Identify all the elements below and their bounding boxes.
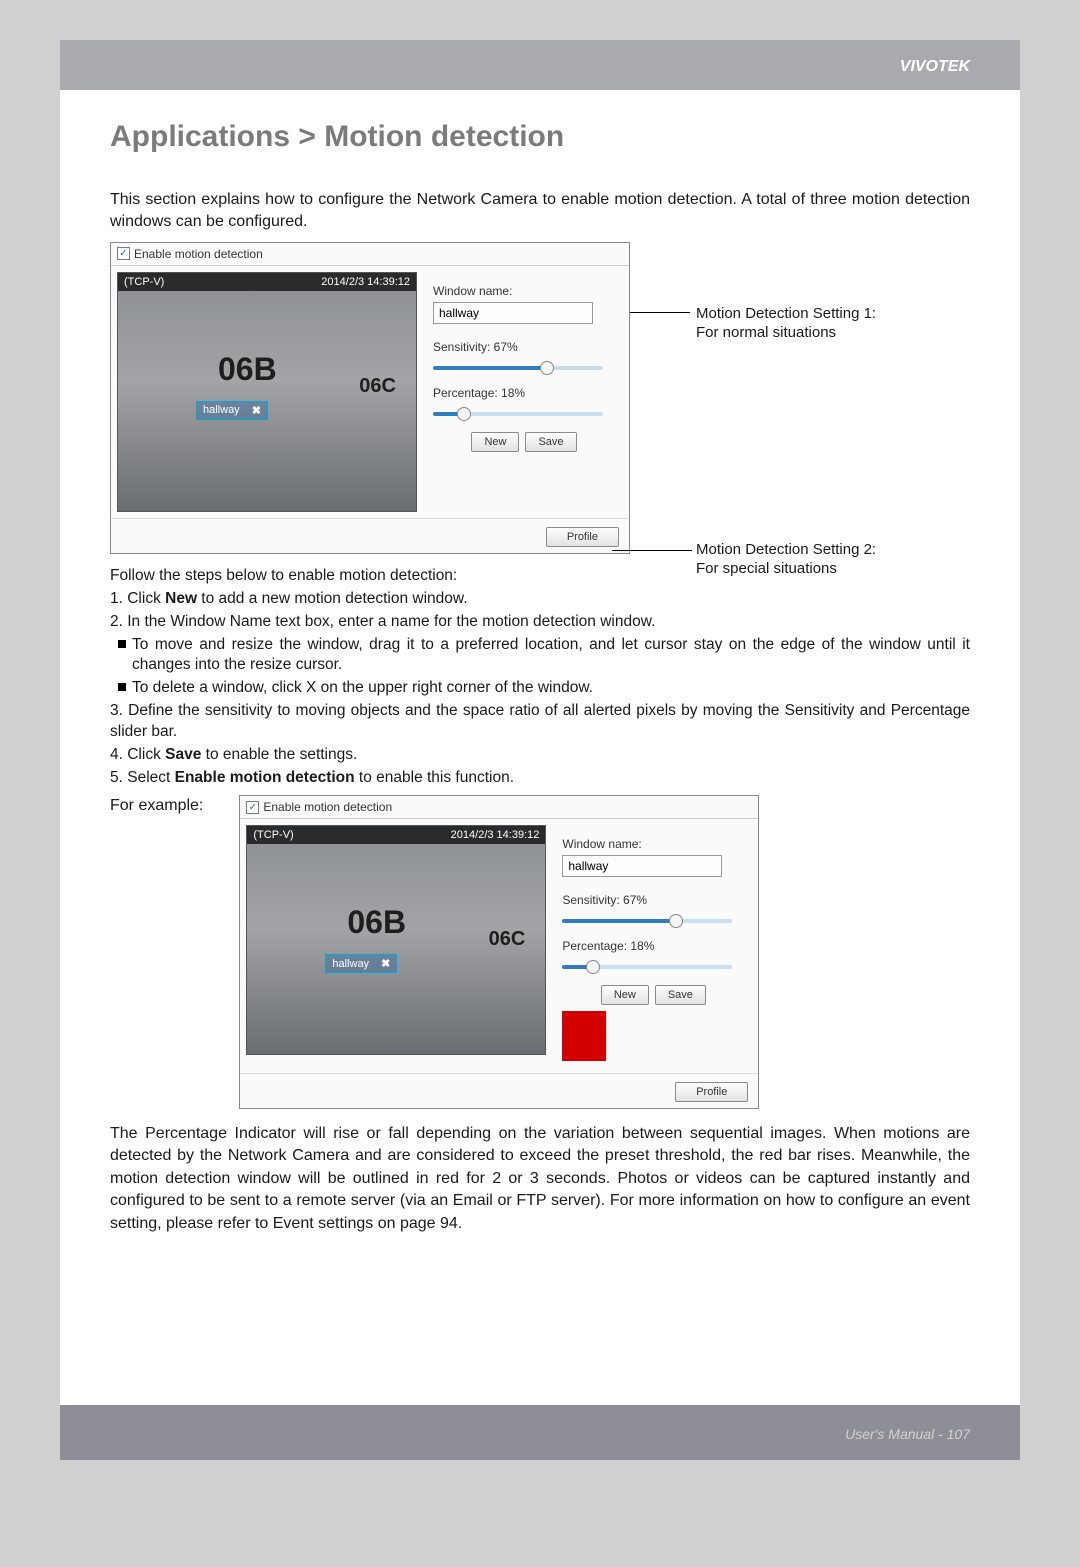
step-5: 5. Select Enable motion detection to ena… xyxy=(110,768,970,789)
annotation-line-1 xyxy=(630,312,690,313)
enable-checkbox-2[interactable]: ✓ xyxy=(246,801,259,814)
step-4: 4. Click Save to enable the settings. xyxy=(110,745,970,766)
step-1: 1. Click New to add a new motion detecti… xyxy=(110,589,970,610)
document-page: VIVOTEK Applications > Motion detection … xyxy=(60,40,1020,1460)
page-number: 107 xyxy=(947,1426,970,1442)
window-name-label: Window name: xyxy=(433,284,615,298)
config-screenshot-1: ✓ Enable motion detection (TCP-V) 2014/2… xyxy=(110,242,630,554)
square-bullet-icon xyxy=(118,640,126,648)
camera-overlay-header: (TCP-V) 2014/2/3 14:39:12 xyxy=(118,273,416,291)
percentage-label: Percentage: 18% xyxy=(433,386,615,400)
camera-overlay-header-2: (TCP-V) 2014/2/3 14:39:12 xyxy=(247,826,545,844)
intro-text: This section explains how to configure t… xyxy=(110,189,970,234)
motion-window-overlay-2[interactable]: hallway ✖ xyxy=(325,954,397,973)
window-name-input[interactable] xyxy=(433,302,593,324)
save-button[interactable]: Save xyxy=(525,432,576,452)
door-label-2b: 06C xyxy=(489,928,526,951)
enable-checkbox-row-2: ✓ Enable motion detection xyxy=(240,796,758,819)
percentage-indicator-bar xyxy=(562,1011,606,1061)
motion-window-label: hallway xyxy=(203,404,240,416)
save-button-2[interactable]: Save xyxy=(655,985,706,1005)
camera-name-2: (TCP-V) xyxy=(253,829,293,841)
camera-timestamp: 2014/2/3 14:39:12 xyxy=(321,276,410,288)
brand-label: VIVOTEK xyxy=(900,58,970,76)
example-row: For example: ✓ Enable motion detection (… xyxy=(110,795,970,1109)
door-label-2: 06C xyxy=(359,375,396,398)
enable-checkbox[interactable]: ✓ xyxy=(117,247,130,260)
sensitivity-slider[interactable] xyxy=(433,358,603,376)
motion-window-overlay[interactable]: hallway ✖ xyxy=(196,401,268,420)
percentage-label-2: Percentage: 18% xyxy=(562,939,744,953)
new-button[interactable]: New xyxy=(471,432,519,452)
profile-button[interactable]: Profile xyxy=(546,527,619,547)
percentage-slider[interactable] xyxy=(433,404,603,422)
camera-timestamp-2: 2014/2/3 14:39:12 xyxy=(451,829,540,841)
annotation-2: Motion Detection Setting 2: For special … xyxy=(696,540,876,579)
close-icon[interactable]: ✖ xyxy=(252,404,261,417)
profile-row: Profile xyxy=(111,518,629,553)
sensitivity-label-2: Sensitivity: 67% xyxy=(562,893,744,907)
step-3: 3. Define the sensitivity to moving obje… xyxy=(110,701,970,743)
closing-paragraph: The Percentage Indicator will rise or fa… xyxy=(110,1123,970,1235)
enable-checkbox-label: Enable motion detection xyxy=(134,247,263,261)
example-label: For example: xyxy=(110,795,203,815)
percentage-slider-2[interactable] xyxy=(562,957,732,975)
sensitivity-slider-2[interactable] xyxy=(562,911,732,929)
door-label-1: 06B xyxy=(218,351,277,388)
steps-block: Follow the steps below to enable motion … xyxy=(110,566,970,789)
step-2-bullet-1: To move and resize the window, drag it t… xyxy=(110,635,970,677)
step-2: 2. In the Window Name text box, enter a … xyxy=(110,612,970,633)
settings-panel: Window name: Sensitivity: 67% Percentage… xyxy=(423,266,625,518)
settings-panel-2: Window name: Sensitivity: 67% Percentage… xyxy=(552,819,754,1073)
window-name-label-2: Window name: xyxy=(562,837,744,851)
sensitivity-label: Sensitivity: 67% xyxy=(433,340,615,354)
content-area: Applications > Motion detection This sec… xyxy=(110,40,970,1235)
camera-preview: (TCP-V) 2014/2/3 14:39:12 06B 06C hallwa… xyxy=(117,272,417,512)
header-band xyxy=(60,40,1020,90)
enable-checkbox-row: ✓ Enable motion detection xyxy=(111,243,629,266)
screenshot-1-group: ✓ Enable motion detection (TCP-V) 2014/2… xyxy=(110,242,970,554)
motion-window-label-2: hallway xyxy=(332,958,369,970)
window-name-input-2[interactable] xyxy=(562,855,722,877)
annotation-1: Motion Detection Setting 1: For normal s… xyxy=(696,304,876,343)
profile-row-2: Profile xyxy=(240,1073,758,1108)
camera-preview-2: (TCP-V) 2014/2/3 14:39:12 06B 06C hallwa… xyxy=(246,825,546,1055)
door-label-1b: 06B xyxy=(347,904,406,941)
new-button-2[interactable]: New xyxy=(601,985,649,1005)
enable-checkbox-label-2: Enable motion detection xyxy=(263,800,392,814)
step-2-bullet-2: To delete a window, click X on the upper… xyxy=(110,678,970,699)
config-screenshot-2: ✓ Enable motion detection (TCP-V) 2014/2… xyxy=(239,795,759,1109)
square-bullet-icon xyxy=(118,683,126,691)
camera-name: (TCP-V) xyxy=(124,276,164,288)
page-footer: User's Manual - 107 xyxy=(845,1426,970,1442)
page-title: Applications > Motion detection xyxy=(110,120,970,154)
annotation-line-2 xyxy=(612,550,692,551)
profile-button-2[interactable]: Profile xyxy=(675,1082,748,1102)
close-icon-2[interactable]: ✖ xyxy=(381,957,390,970)
